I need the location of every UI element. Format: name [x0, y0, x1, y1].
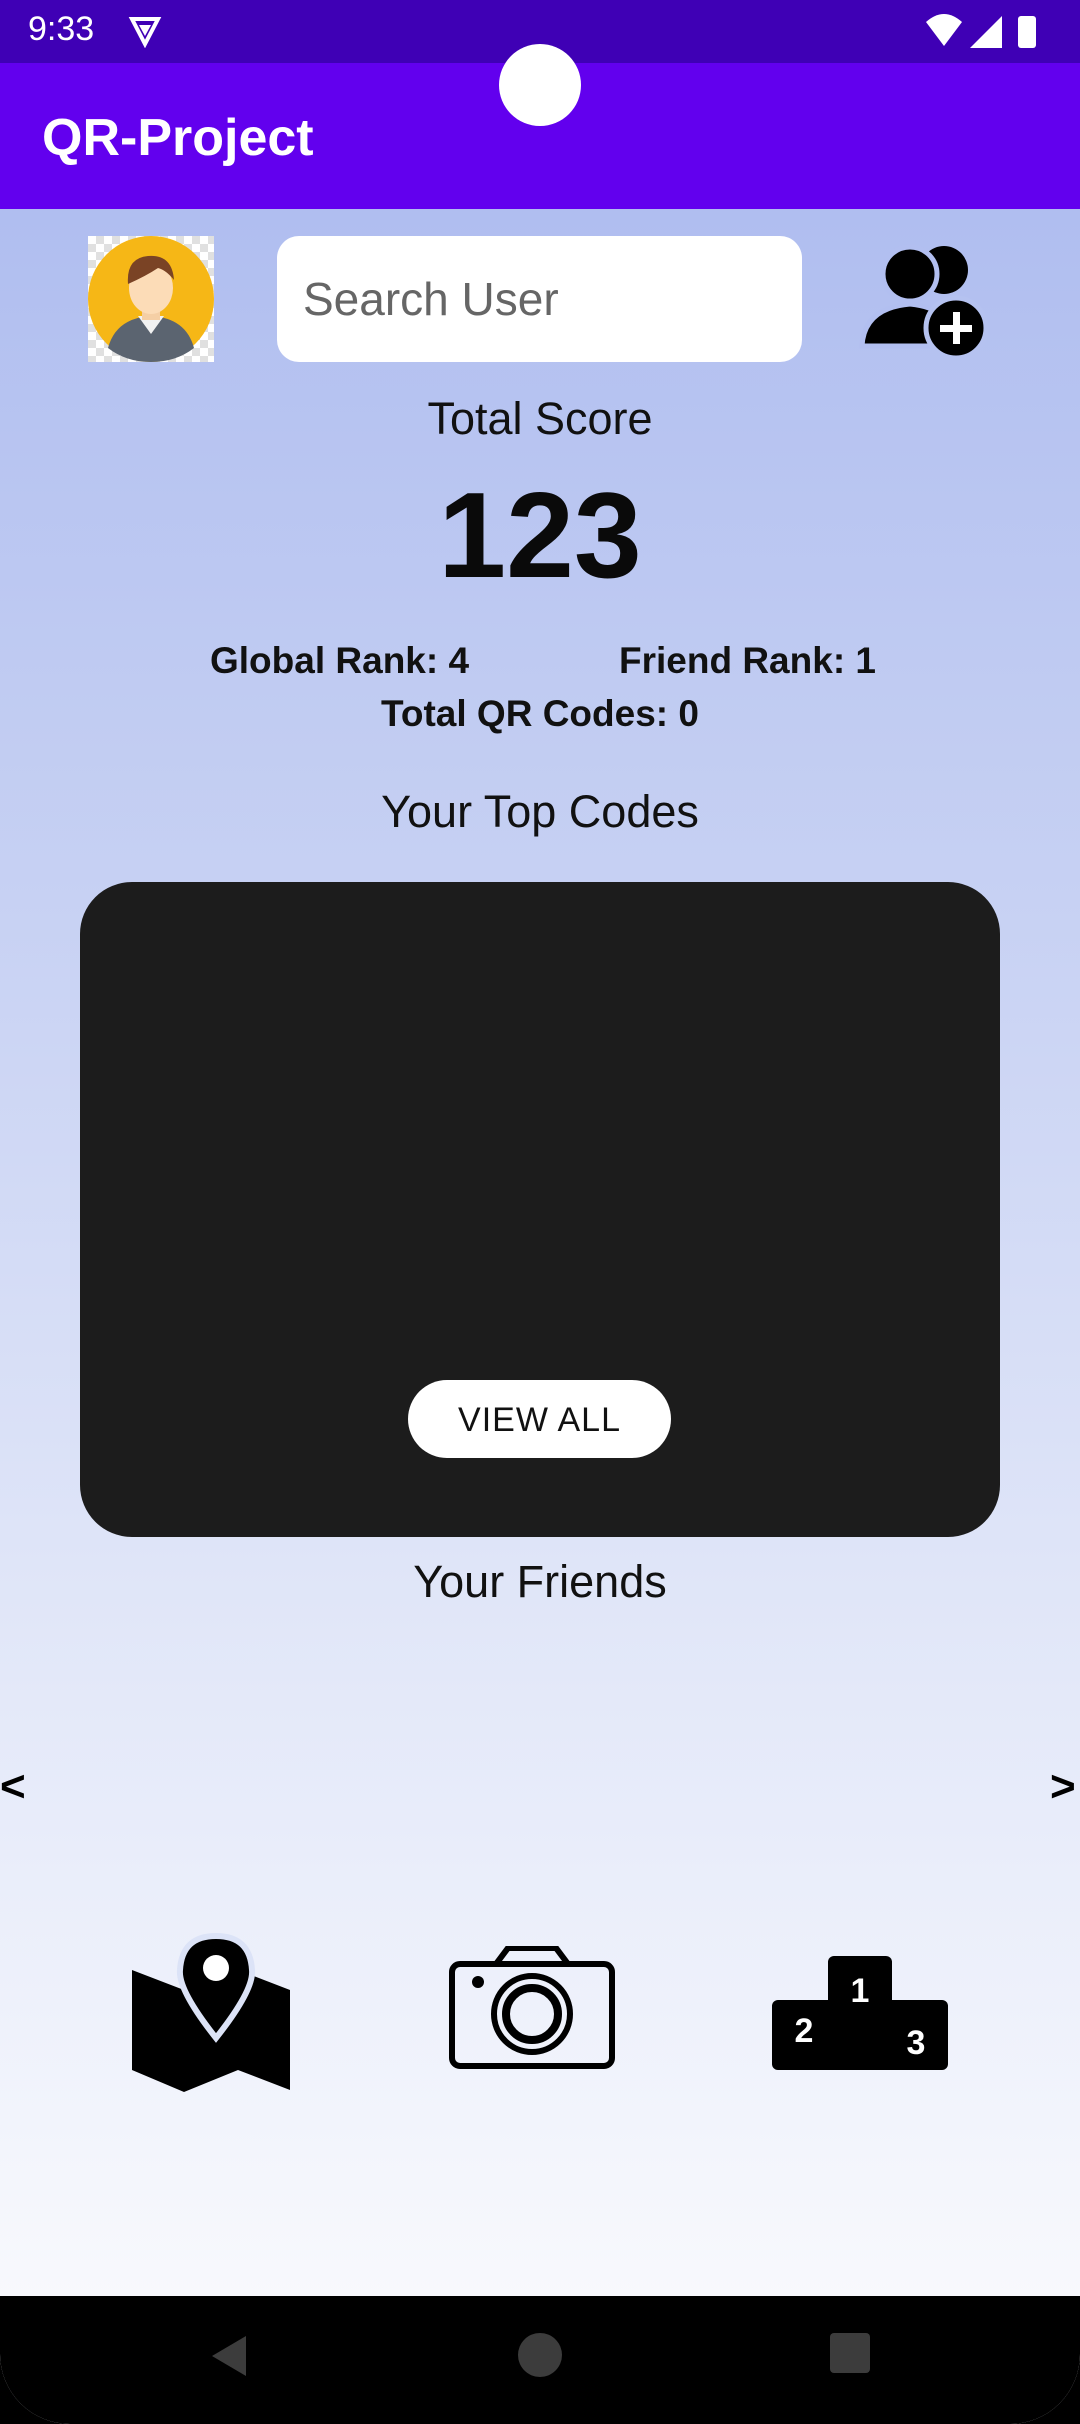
back-icon[interactable]	[206, 2332, 250, 2380]
friend-rank: Friend Rank: 1	[619, 640, 876, 681]
global-rank: Global Rank: 4	[210, 640, 470, 681]
friends-title: Your Friends	[413, 1556, 667, 1607]
wifi-icon	[926, 14, 962, 46]
search-user-input[interactable]	[277, 236, 802, 362]
phone-screen: 9:33 QR-Project Search User Total Score …	[0, 0, 1080, 2424]
total-qr-codes: Total QR Codes: 0	[381, 693, 699, 734]
system-navigation-bar	[0, 2296, 1080, 2424]
recents-icon[interactable]	[829, 2332, 871, 2374]
camera-cutout	[499, 44, 581, 126]
friends-next-arrow[interactable]: >	[1050, 1762, 1076, 1812]
total-score-label: Total Score	[427, 393, 653, 444]
status-icons	[926, 14, 1036, 48]
signal-icon	[970, 16, 1002, 48]
friends-prev-arrow[interactable]: <	[0, 1762, 26, 1812]
profile-avatar[interactable]	[88, 236, 214, 362]
top-codes-title: Your Top Codes	[381, 786, 699, 837]
user-avatar-icon	[88, 236, 214, 362]
home-icon[interactable]	[517, 2332, 563, 2378]
add-friend-icon[interactable]	[858, 240, 994, 366]
total-score-value: 123	[438, 467, 642, 603]
battery-icon	[1018, 16, 1036, 48]
camera-icon[interactable]	[448, 1946, 616, 2070]
podium-second-label: 2	[795, 2012, 814, 2050]
view-all-button[interactable]: VIEW ALL	[408, 1380, 671, 1458]
map-pin-icon[interactable]	[130, 1930, 292, 2092]
app-title: QR-Project	[42, 109, 314, 167]
leaderboard-podium-icon[interactable]: 1 2 3	[772, 1956, 948, 2070]
podium-first-label: 1	[851, 1972, 870, 2010]
podium-third-label: 3	[907, 2024, 926, 2062]
vpn-icon	[128, 17, 162, 48]
status-time: 9:33	[28, 10, 95, 48]
